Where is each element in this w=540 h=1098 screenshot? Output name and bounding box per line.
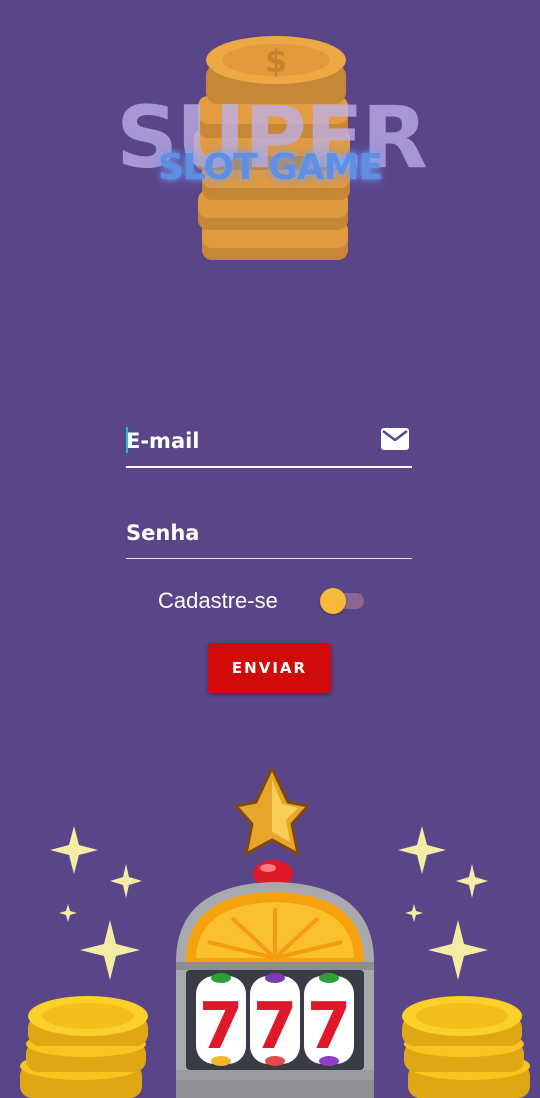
sparkle-icon: [428, 920, 488, 980]
coin-dollar-sign: $: [265, 42, 287, 80]
password-field-container: [126, 514, 412, 559]
reel-symbol: 7: [253, 990, 298, 1064]
sparkle-icon: [398, 826, 446, 874]
sparkle-icon: [110, 864, 142, 898]
envelope-icon: [381, 428, 409, 450]
reel-symbol: 7: [199, 990, 244, 1064]
reels: 7 7 7: [196, 973, 354, 1066]
sparkle-icon: [456, 864, 488, 898]
sparkle-icon: [59, 904, 77, 922]
slot-machine-icon: 7 7 7: [176, 766, 374, 1098]
password-input[interactable]: [126, 514, 366, 552]
sparkle-icon: [50, 826, 98, 874]
register-toggle[interactable]: [318, 587, 366, 615]
register-label: Cadastre-se: [158, 588, 278, 613]
sparkle-icon: [80, 920, 140, 980]
email-input[interactable]: [126, 422, 366, 460]
toggle-thumb: [320, 588, 346, 614]
coin-stack-icon: [402, 996, 530, 1098]
submit-button[interactable]: ENVIAR: [208, 643, 331, 693]
sparkle-icon: [405, 904, 423, 922]
reel-symbol: 7: [307, 990, 352, 1064]
logo-subtitle: SLOT GAME: [157, 147, 383, 188]
register-toggle-row: Cadastre-se: [158, 584, 378, 618]
coin-stack-icon: [20, 996, 148, 1098]
email-field-container: [126, 422, 412, 468]
